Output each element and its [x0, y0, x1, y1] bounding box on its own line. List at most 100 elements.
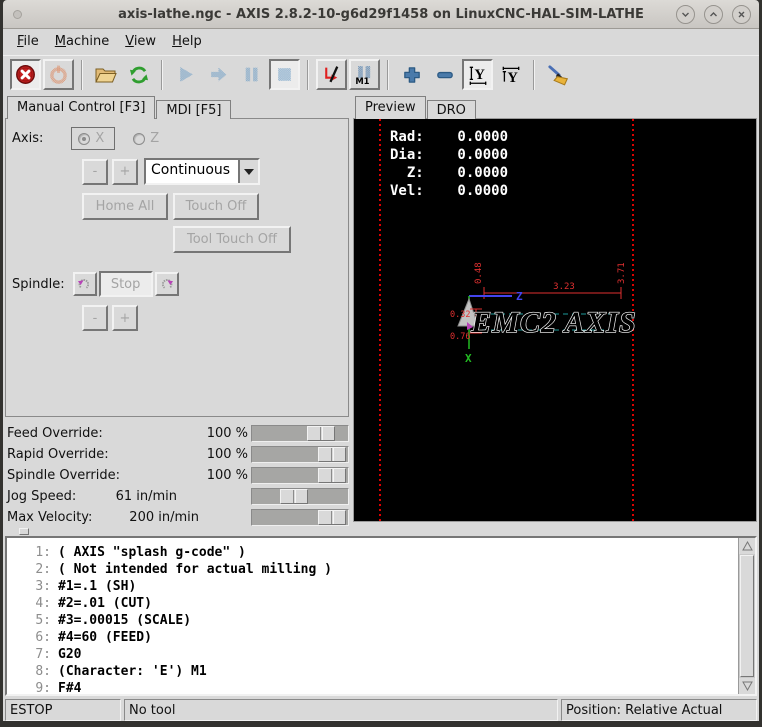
spindle-label: Spindle:	[12, 277, 65, 292]
open-file-button[interactable]	[90, 59, 121, 90]
pause-icon	[241, 64, 262, 85]
stop-button[interactable]	[269, 59, 300, 90]
reload-button[interactable]	[123, 59, 154, 90]
feed-override-row: Feed Override: 100 %	[5, 423, 349, 444]
feed-override-slider[interactable]	[251, 425, 349, 442]
rapid-override-slider[interactable]	[251, 446, 349, 463]
minimize-button[interactable]	[676, 5, 695, 24]
tab-mdi[interactable]: MDI [F5]	[156, 100, 231, 119]
toolbar-separator	[307, 60, 309, 90]
pane-sash-grip[interactable]	[19, 528, 29, 535]
chevron-up-icon	[709, 10, 718, 19]
slider-handle[interactable]	[307, 426, 335, 441]
machine-power-button[interactable]	[43, 59, 74, 90]
statusbar: ESTOP No tool Position: Relative Actual	[5, 699, 757, 721]
spindle-cw-icon	[159, 277, 174, 292]
zoom-out-button[interactable]	[429, 59, 460, 90]
status-position-mode: Position: Relative Actual	[561, 699, 757, 721]
emc2-axis-logo: EMC2 AXIS	[470, 306, 636, 339]
scroll-down-arrow-icon[interactable]	[739, 678, 755, 694]
menu-help[interactable]: Help	[164, 31, 210, 52]
slider-handle[interactable]	[318, 447, 346, 462]
axis-label: Axis:	[12, 131, 43, 146]
left-tab-bar: Manual Control [F3] MDI [F5]	[5, 96, 349, 118]
spindle-override-slider[interactable]	[251, 467, 349, 484]
zoom-in-button[interactable]	[396, 59, 427, 90]
home-all-button[interactable]: Home All	[82, 193, 168, 220]
toolbar-separator	[81, 60, 83, 90]
menu-view[interactable]: View	[117, 31, 164, 52]
toolbar-separator	[533, 60, 535, 90]
view-y-button[interactable]: Y	[462, 59, 493, 90]
slider-handle[interactable]	[318, 468, 346, 483]
gcode-line: 5:#3=.00015 (SCALE)	[17, 612, 735, 629]
scroll-up-arrow-icon[interactable]	[739, 538, 755, 554]
toolbar-separator	[161, 60, 163, 90]
slider-handle[interactable]	[318, 510, 346, 525]
reload-icon	[128, 64, 150, 86]
gcode-line: 8:(Character: 'E') M1	[17, 663, 735, 680]
spindle-override-row: Spindle Override: 100 %	[5, 465, 349, 486]
optional-stop-button[interactable]: M1	[349, 59, 380, 90]
preview-canvas[interactable]: Rad: 0.0000 Dia: 0.0000 Z: 0.0000 Vel: 0…	[353, 118, 757, 522]
axis-z-radio[interactable]: Z	[127, 128, 169, 149]
jog-minus-button[interactable]: -	[82, 159, 108, 185]
max-velocity-slider[interactable]	[251, 509, 349, 526]
status-machine-state: ESTOP	[5, 699, 121, 721]
gcode-listing[interactable]: 1:( AXIS "splash g-code" ) 2:( Not inten…	[5, 536, 757, 696]
tab-preview[interactable]: Preview	[355, 96, 426, 119]
menubar: File Machine View Help	[3, 29, 759, 55]
app-window: axis-lathe.ngc - AXIS 2.8.2-10-g6d29f145…	[0, 0, 762, 727]
chevron-down-icon	[681, 10, 690, 19]
run-step-button[interactable]	[203, 59, 234, 90]
gcode-scrollbar[interactable]	[738, 538, 755, 694]
spindle-faster-button[interactable]: +	[112, 305, 138, 331]
maximize-button[interactable]	[704, 5, 723, 24]
close-button[interactable]	[732, 5, 751, 24]
menu-machine[interactable]: Machine	[47, 31, 117, 52]
svg-text:3.23: 3.23	[553, 282, 575, 292]
spindle-slower-button[interactable]: -	[82, 305, 108, 331]
jog-mode-combobox[interactable]: Continuous	[144, 158, 260, 185]
pause-button[interactable]	[236, 59, 267, 90]
tool-touch-off-button[interactable]: Tool Touch Off	[173, 226, 291, 253]
svg-text:0.32: 0.32	[450, 310, 470, 320]
gcode-line: 1:( AXIS "splash g-code" )	[17, 544, 735, 561]
tab-manual-control[interactable]: Manual Control [F3]	[7, 96, 155, 119]
menu-file[interactable]: File	[9, 31, 47, 52]
scrollbar-thumb[interactable]	[740, 555, 754, 677]
rapid-override-row: Rapid Override: 100 %	[5, 444, 349, 465]
svg-text:0.48: 0.48	[474, 263, 484, 285]
spindle-ccw-icon	[77, 277, 92, 292]
spindle-ccw-button[interactable]	[73, 272, 97, 296]
run-icon	[175, 64, 196, 85]
estop-button[interactable]	[10, 59, 41, 90]
axis-x-radio[interactable]: X	[71, 127, 115, 150]
svg-text:3.71: 3.71	[617, 263, 627, 285]
touch-off-button[interactable]: Touch Off	[173, 193, 259, 220]
svg-text:Z: Z	[516, 290, 523, 303]
combobox-arrow-icon[interactable]	[238, 160, 258, 183]
gcode-line: 2:( Not intended for actual milling )	[17, 561, 735, 578]
tab-dro[interactable]: DRO	[427, 100, 476, 119]
close-icon	[737, 10, 746, 19]
toolbar: M1 Y	[3, 55, 759, 95]
radio-icon	[133, 133, 145, 145]
spindle-stop-button[interactable]: Stop	[99, 271, 153, 297]
skip-lines-button[interactable]	[316, 59, 347, 90]
right-tab-bar: Preview DRO	[353, 96, 757, 118]
slider-handle[interactable]	[280, 489, 308, 504]
plus-icon	[401, 64, 423, 86]
stop-square-icon	[274, 64, 295, 85]
spindle-cw-button[interactable]	[155, 272, 179, 296]
max-velocity-row: Max Velocity: 200 in/min	[5, 507, 349, 528]
run-button[interactable]	[170, 59, 201, 90]
jog-speed-slider[interactable]	[251, 488, 349, 505]
svg-text:Y: Y	[474, 67, 485, 83]
clear-plot-button[interactable]	[542, 59, 573, 90]
window-title: axis-lathe.ngc - AXIS 2.8.2-10-g6d29f145…	[3, 7, 759, 22]
jog-plus-button[interactable]: +	[112, 159, 138, 185]
titlebar: axis-lathe.ngc - AXIS 2.8.2-10-g6d29f145…	[3, 0, 759, 29]
broom-icon	[546, 63, 570, 87]
view-y2-button[interactable]: Y	[495, 59, 526, 90]
